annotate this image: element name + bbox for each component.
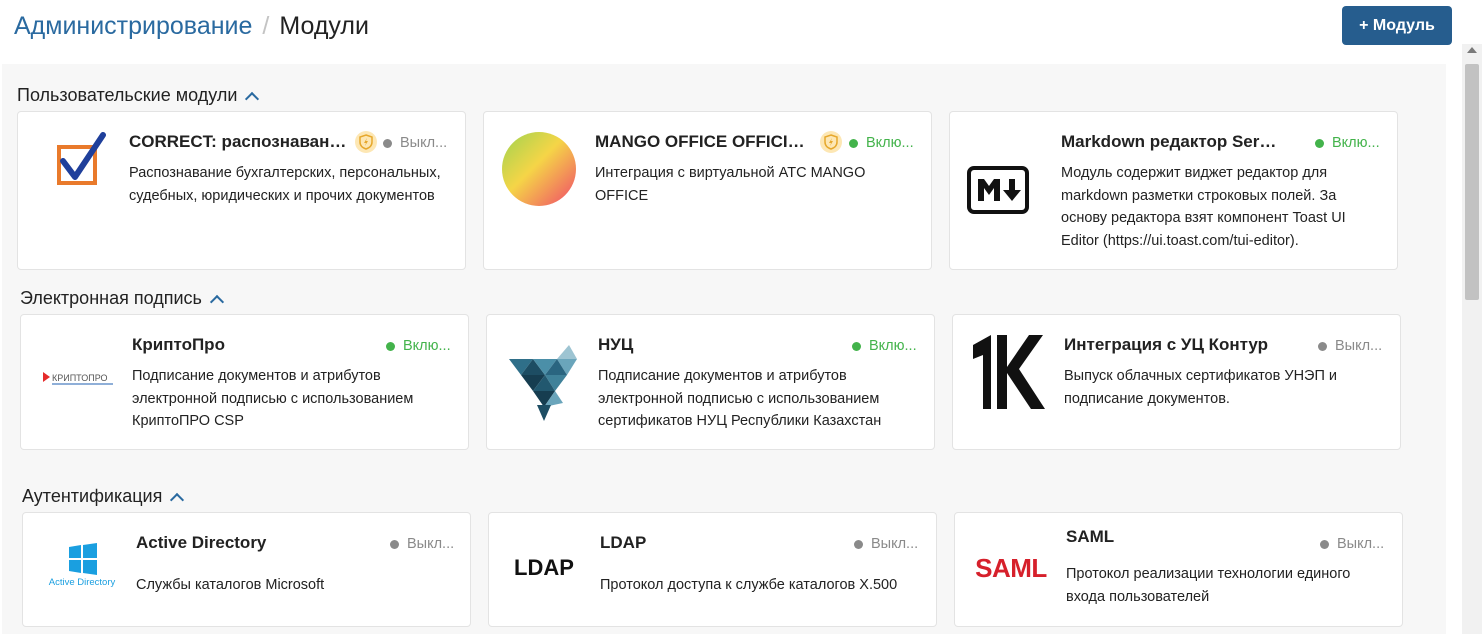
mango-gradient-logo (501, 131, 577, 207)
status-label: Вклю... (869, 338, 917, 354)
scrollbar-thumb[interactable] (1465, 64, 1479, 300)
vertical-scrollbar[interactable] (1462, 44, 1482, 634)
card-description: Протокол реализации технологии единого в… (1066, 566, 1351, 605)
card-title: Интеграция с УЦ Контур (1064, 335, 1269, 354)
page-header: Администрирование / Модули + Модуль (0, 0, 1482, 62)
chevron-up-icon[interactable] (170, 492, 185, 507)
card-title: CORRECT: распознавание... (129, 132, 355, 151)
section-title-label: Аутентификация (22, 486, 163, 506)
status-dot-icon (386, 341, 395, 351)
module-card-correct[interactable]: CORRECT: распознавание... Выкл... Распоз… (17, 111, 466, 270)
chevron-up-icon[interactable] (209, 294, 224, 309)
breadcrumb-link-admin[interactable]: Администрирование (14, 12, 252, 40)
nuc-triangles-logo (507, 343, 579, 423)
module-card-cryptopro[interactable]: КРИПТОПРО КриптоПро Вклю... Подписание д… (20, 314, 469, 450)
section-title-label: Пользовательские модули (17, 85, 238, 105)
svg-text:Active Directory: Active Directory (49, 577, 116, 588)
add-module-button[interactable]: + Модуль (1342, 6, 1452, 45)
card-title: НУЦ (598, 335, 634, 354)
section-title-e-signature[interactable]: Электронная подпись (20, 288, 224, 309)
section-title-authentication[interactable]: Аутентификация (22, 486, 185, 507)
shield-bolt-icon (355, 131, 377, 153)
card-description: Подписание документов и атрибутов электр… (132, 368, 414, 429)
markdown-logo (967, 166, 1029, 214)
status-dot-icon (1318, 341, 1327, 351)
modules-content: Пользовательские модули CORRECT: распозн… (2, 64, 1446, 634)
kontur-k-logo (971, 333, 1047, 411)
status-label: Выкл... (871, 536, 919, 552)
status-badge: Вклю... (1315, 135, 1380, 151)
card-description: Распознавание бухгалтерских, персональны… (129, 165, 441, 204)
ldap-logo: LDAP (514, 555, 574, 580)
status-label: Вклю... (866, 135, 914, 151)
status-badge: Выкл... (1318, 338, 1382, 354)
card-title: SAML (1066, 527, 1115, 546)
module-card-active-directory[interactable]: Active Directory Active Directory Выкл..… (22, 512, 471, 627)
cryptopro-logo: КРИПТОПРО (41, 367, 115, 387)
svg-text:КРИПТОПРО: КРИПТОПРО (52, 373, 108, 383)
status-dot-icon (1320, 539, 1329, 549)
breadcrumb-separator: / (262, 12, 270, 40)
status-dot-icon (854, 539, 863, 549)
status-badge: Выкл... (1320, 536, 1384, 552)
module-card-markdown[interactable]: Markdown редактор Servi... Вклю... Модул… (949, 111, 1398, 270)
correct-checkbox-logo (44, 128, 114, 198)
card-title: MANGO OFFICE OFFICIAL (595, 132, 810, 151)
card-description: Выпуск облачных сертификатов УНЭП и подп… (1064, 368, 1338, 407)
status-label: Выкл... (1335, 338, 1383, 354)
module-card-nuc[interactable]: НУЦ Вклю... Подписание документов и атри… (486, 314, 935, 450)
section-title-custom-modules[interactable]: Пользовательские модули (17, 85, 260, 106)
shield-bolt-icon (820, 131, 842, 153)
status-badge: Выкл... (390, 536, 454, 552)
status-badge: Выкл... (854, 536, 918, 552)
page-title: Модули (279, 12, 369, 40)
status-label: Выкл... (407, 536, 455, 552)
card-description: Подписание документов и атрибутов электр… (598, 368, 882, 429)
module-card-mango[interactable]: MANGO OFFICE OFFICIAL Вклю... Интеграция… (483, 111, 932, 270)
status-dot-icon (849, 138, 858, 148)
status-badge: Вклю... (386, 338, 451, 354)
status-label: Выкл... (1337, 536, 1385, 552)
status-badge: Вклю... (852, 338, 917, 354)
module-card-saml[interactable]: SAML SAML Выкл... Протокол реализации те… (954, 512, 1403, 627)
card-description: Интеграция с виртуальной АТС MANGO OFFIC… (595, 165, 866, 204)
status-dot-icon (383, 138, 392, 148)
card-title: Markdown редактор Servi... (1061, 132, 1283, 151)
status-label: Выкл... (400, 135, 448, 151)
status-dot-icon (1315, 138, 1324, 148)
module-card-kontur[interactable]: Интеграция с УЦ Контур Выкл... Выпуск об… (952, 314, 1401, 450)
breadcrumb: Администрирование / Модули (14, 10, 369, 42)
status-badge: Выкл... (383, 135, 447, 151)
status-label: Вклю... (403, 338, 451, 354)
card-title: КриптоПро (132, 335, 225, 354)
status-dot-icon (390, 539, 399, 549)
module-card-ldap[interactable]: LDAP LDAP Выкл... Протокол доступа к слу… (488, 512, 937, 627)
card-description: Протокол доступа к службе каталогов X.50… (600, 577, 898, 593)
card-description: Модуль содержит виджет редактор для mark… (1061, 165, 1346, 249)
status-label: Вклю... (1332, 135, 1380, 151)
scroll-up-arrow-icon[interactable] (1467, 47, 1477, 53)
status-dot-icon (852, 341, 861, 351)
chevron-up-icon[interactable] (245, 91, 260, 106)
status-badge: Вклю... (849, 135, 914, 151)
card-title: LDAP (600, 533, 647, 552)
saml-logo: SAML (975, 552, 1047, 583)
active-directory-logo: Active Directory (37, 543, 127, 589)
section-title-label: Электронная подпись (20, 288, 202, 308)
card-description: Службы каталогов Microsoft (136, 577, 325, 593)
card-title: Active Directory (136, 533, 267, 552)
